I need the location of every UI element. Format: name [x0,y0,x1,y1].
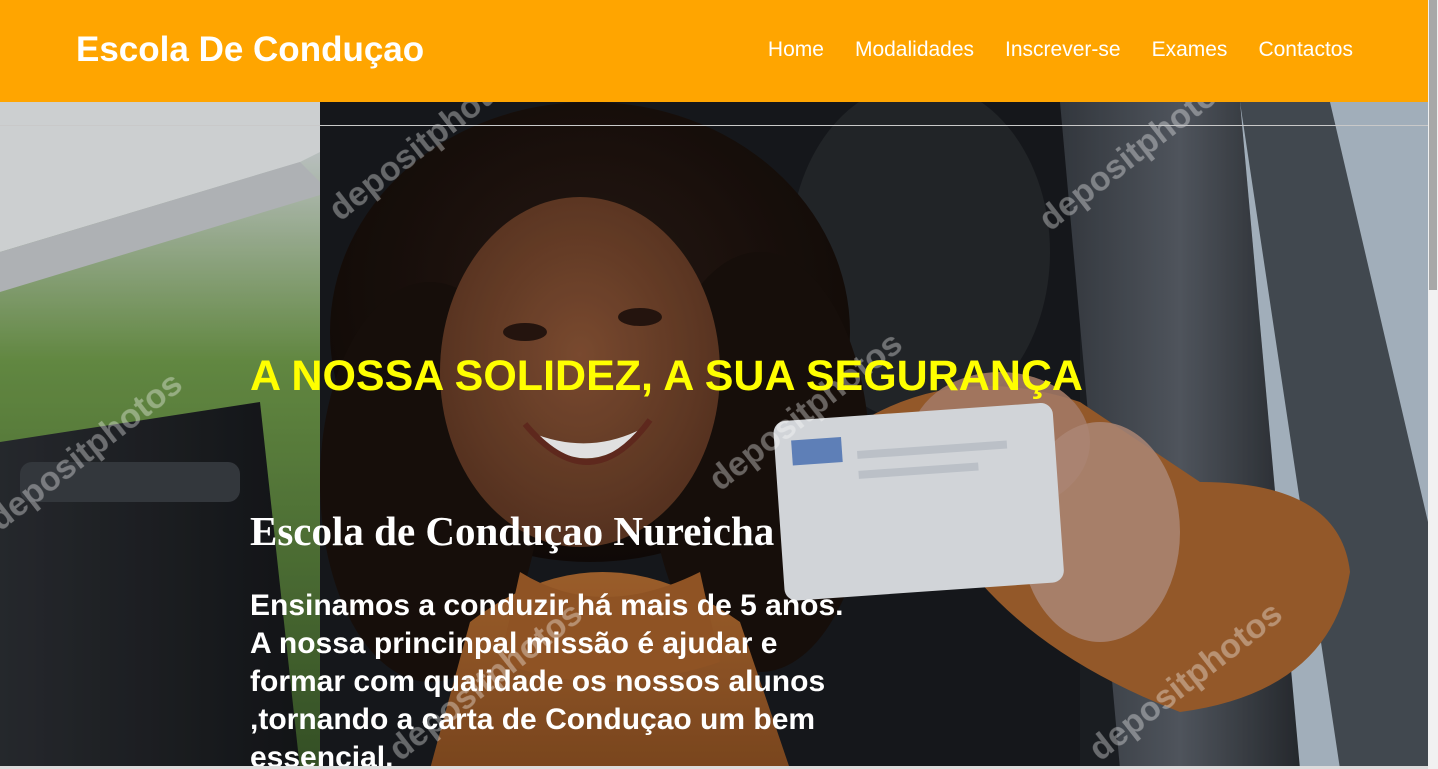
nav-link-contactos[interactable]: Contactos [1258,38,1353,62]
nav-link-home[interactable]: Home [768,38,824,62]
navbar: Escola De Conduçao Home Modalidades Insc… [0,0,1428,102]
nav-link-inscrever-se[interactable]: Inscrever-se [1005,38,1121,62]
hero-tagline: A NOSSA SOLIDEZ, A SUA SEGURANÇA [250,352,1083,400]
page: Escola De Conduçao Home Modalidades Insc… [0,0,1438,769]
nav-links: Home Modalidades Inscrever-se Exames Con… [768,38,1353,62]
hero-divider [0,125,1428,126]
brand-logo-link[interactable]: Escola De Conduçao [76,30,424,70]
hero-description: Ensinamos a conduzir há mais de 5 anos. … [250,589,844,769]
nav-link-modalidades[interactable]: Modalidades [855,38,974,62]
nav-link-exames[interactable]: Exames [1152,38,1228,62]
school-name-heading: Escola de Conduçao Nureicha [250,508,775,554]
vertical-scrollbar[interactable] [1428,0,1438,769]
scrollbar-thumb[interactable] [1429,0,1437,290]
hero-section: depositphotos depositphotos depositphoto… [0,102,1428,769]
